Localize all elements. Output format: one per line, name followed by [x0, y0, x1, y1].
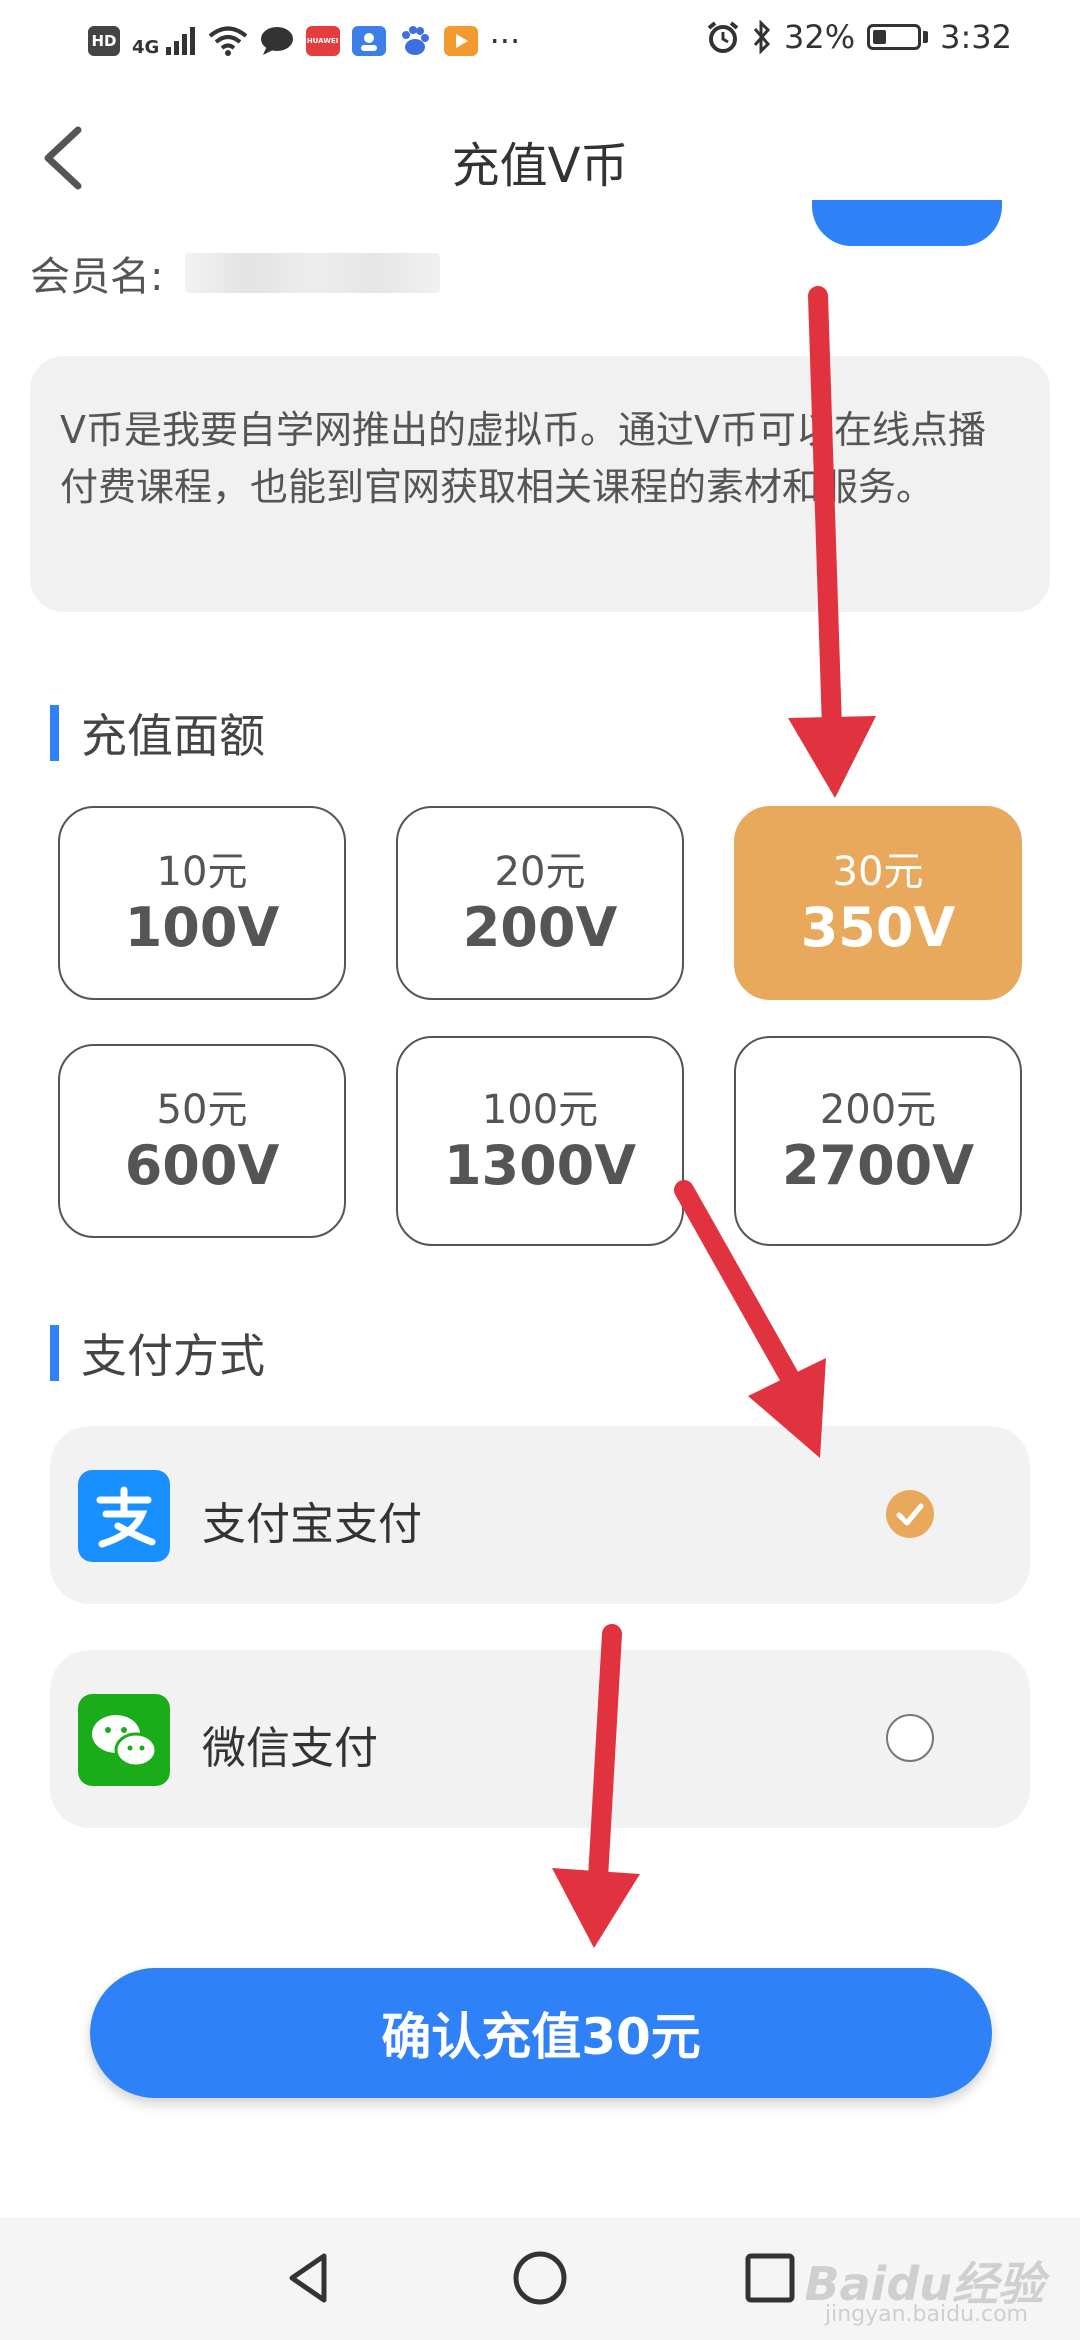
hd-icon: HD	[88, 26, 120, 56]
section-accent-bar	[50, 705, 59, 761]
wechat-icon	[78, 1694, 170, 1786]
radio-checked[interactable]	[886, 1490, 934, 1538]
amount-yuan: 10元	[156, 849, 248, 895]
payment-section-title: 支付方式	[81, 1329, 265, 1383]
description-text: V币是我要自学网推出的虚拟币。通过V币可以在线点播付费课程，也能到官网获取相关课…	[60, 408, 986, 509]
recents-square-icon[interactable]	[740, 2248, 800, 2308]
amount-option-30[interactable]: 30元 350V	[734, 806, 1022, 1000]
amount-coins: 200V	[462, 896, 618, 959]
partially-hidden-button[interactable]	[812, 200, 1002, 246]
member-label: 会员名:	[30, 254, 164, 300]
huawei-app-icon: HUAWEI	[305, 26, 340, 56]
confirm-recharge-button[interactable]: 确认充值30元	[90, 1968, 992, 2098]
payment-section-header: 支付方式	[50, 1320, 265, 1386]
more-icon: ···	[489, 22, 521, 60]
amount-yuan: 20元	[494, 849, 586, 895]
amount-yuan: 30元	[832, 849, 924, 895]
check-icon	[896, 1503, 924, 1526]
status-bar: HD 4G HUAWEI ··· 32% 3:32	[0, 0, 1080, 84]
status-bar-left: HD 4G HUAWEI ···	[88, 22, 520, 60]
amount-option-50[interactable]: 50元 600V	[58, 1044, 346, 1238]
bluetooth-icon	[753, 20, 771, 54]
video-app-icon	[443, 26, 478, 56]
amount-option-200[interactable]: 200元 2700V	[734, 1036, 1022, 1246]
amount-coins: 100V	[124, 896, 280, 959]
home-circle-icon[interactable]	[510, 2248, 570, 2308]
amount-option-10[interactable]: 10元 100V	[58, 806, 346, 1000]
amount-section-header: 充值面额	[50, 700, 265, 766]
battery-level	[873, 30, 887, 44]
amount-coins: 600V	[124, 1134, 280, 1197]
amount-yuan: 200元	[819, 1087, 937, 1133]
back-triangle-icon[interactable]	[280, 2248, 340, 2308]
baidu-app-icon	[401, 26, 429, 55]
battery-icon	[867, 24, 922, 50]
clock: 3:32	[940, 18, 1012, 56]
amount-section-title: 充值面额	[81, 709, 265, 763]
status-bar-right: 32% 3:32	[706, 18, 1012, 56]
member-name-blurred	[185, 253, 441, 293]
page-title: 充值V币	[451, 138, 629, 194]
battery-tip	[923, 31, 929, 43]
payment-option-wechat[interactable]: 微信支付	[50, 1650, 1030, 1828]
network-label: 4G	[132, 37, 160, 58]
signal-4g-icon: 4G	[132, 27, 196, 58]
baidu-watermark-url: jingyan.baidu.com	[824, 2302, 1028, 2327]
alarm-icon	[707, 21, 739, 53]
payment-option-alipay[interactable]: 支付宝支付	[50, 1426, 1030, 1604]
radio-unchecked[interactable]	[886, 1714, 934, 1762]
section-accent-bar	[50, 1325, 59, 1381]
description-box: V币是我要自学网推出的虚拟币。通过V币可以在线点播付费课程，也能到官网获取相关课…	[30, 356, 1050, 612]
amount-option-20[interactable]: 20元 200V	[396, 806, 684, 1000]
contacts-app-icon	[351, 26, 386, 56]
payment-label: 微信支付	[202, 1723, 378, 1774]
amount-coins: 1300V	[443, 1134, 637, 1197]
amount-yuan: 100元	[481, 1087, 599, 1133]
amount-coins: 350V	[800, 896, 956, 959]
alipay-icon	[78, 1470, 170, 1562]
battery-percent: 32%	[784, 18, 856, 56]
amount-coins: 2700V	[781, 1134, 975, 1197]
amount-option-100[interactable]: 100元 1300V	[396, 1036, 684, 1246]
amount-grid: 10元 100V 20元 200V 30元 350V 50元 600V 100元…	[58, 806, 1024, 1246]
member-row: 会员名:	[30, 244, 441, 302]
message-icon	[260, 27, 293, 55]
payment-label: 支付宝支付	[202, 1499, 422, 1550]
wifi-icon	[208, 26, 247, 56]
amount-yuan: 50元	[156, 1087, 248, 1133]
